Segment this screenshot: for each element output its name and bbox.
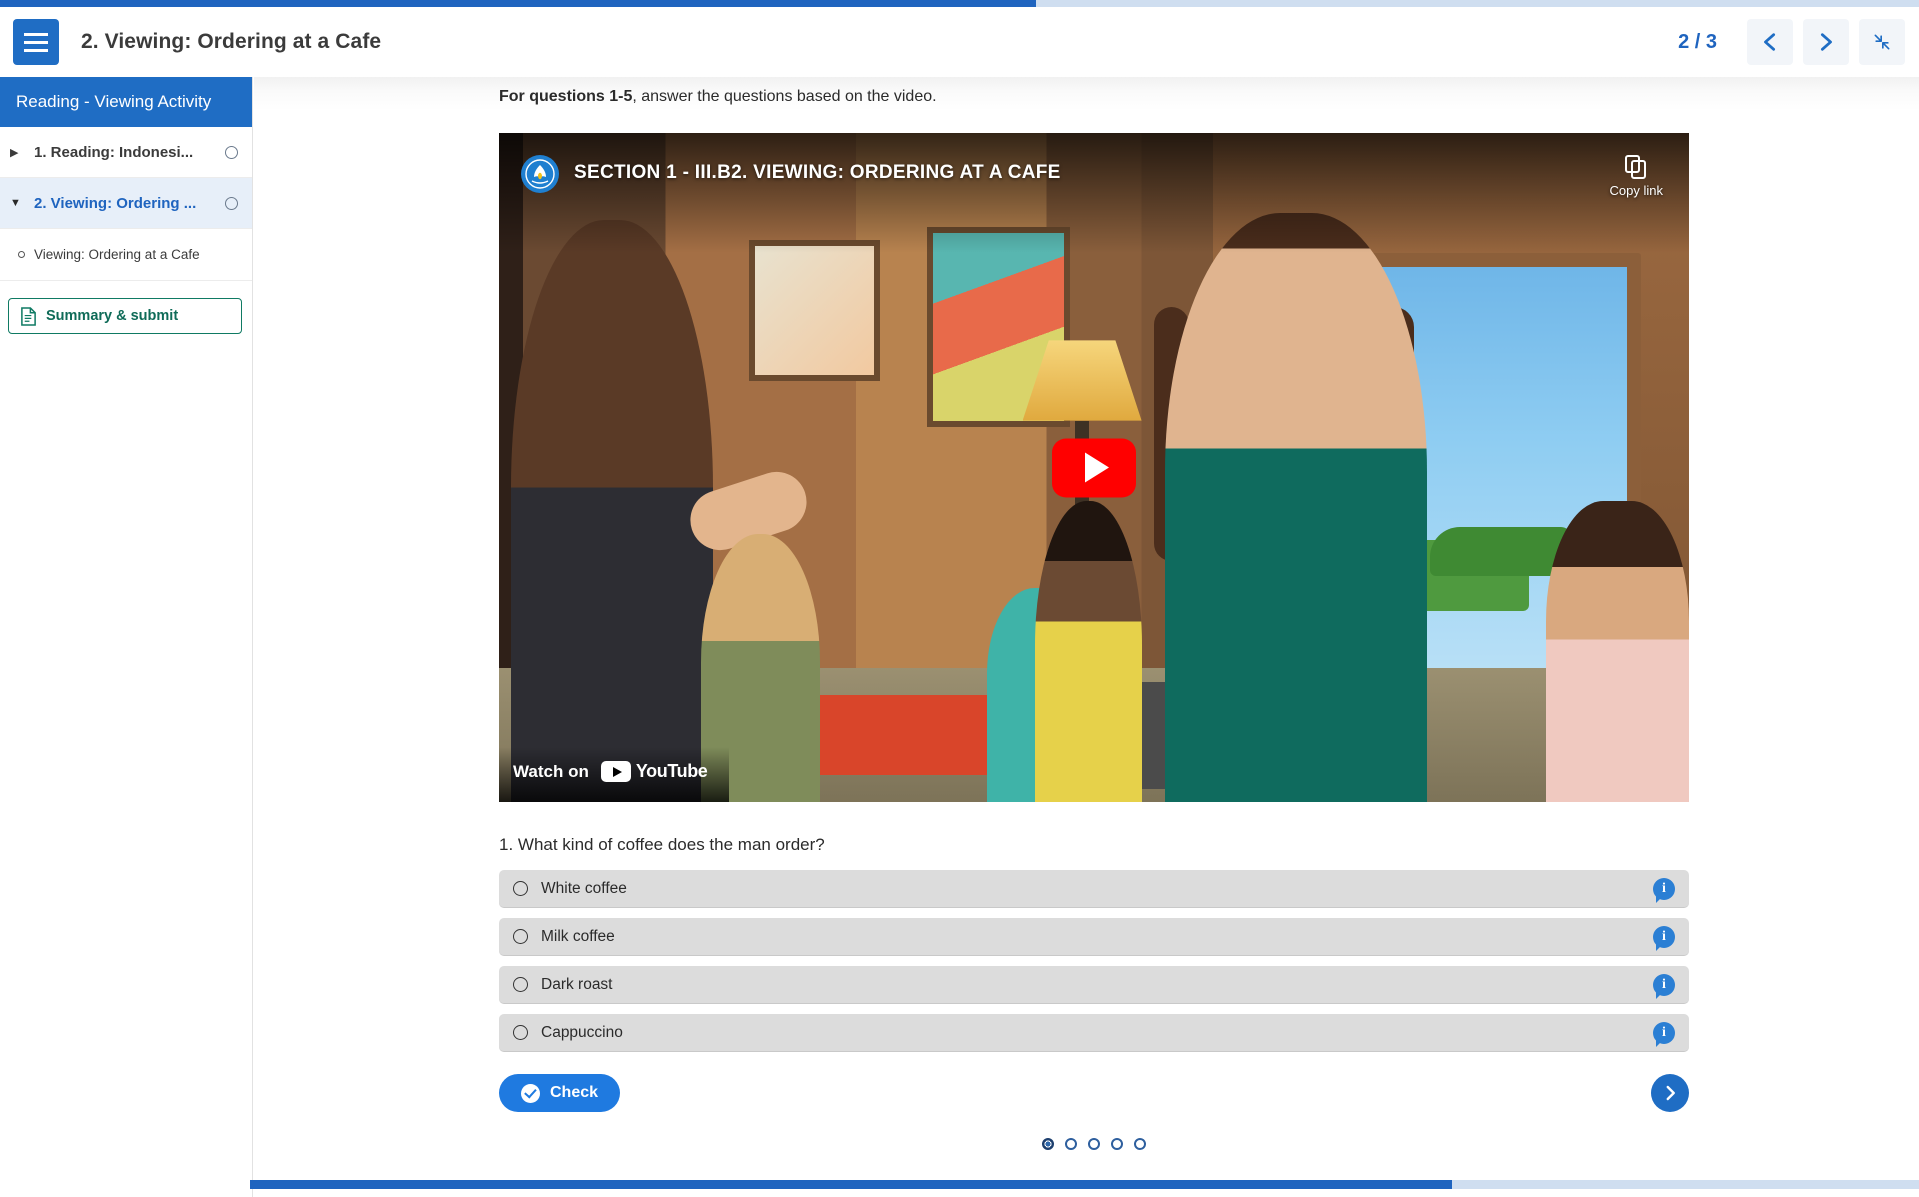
sidebar-subitem-viewing-cafe[interactable]: Viewing: Ordering at a Cafe [0,229,252,281]
bottom-scrollbar-thumb[interactable] [250,1180,1452,1189]
radio-icon[interactable] [513,1025,528,1040]
radio-icon[interactable] [513,881,528,896]
info-icon[interactable]: i [1653,973,1675,999]
sidebar-subitem-label: Viewing: Ordering at a Cafe [34,247,200,262]
instructions-bold: For questions 1-5 [499,88,633,105]
answer-option-label: Cappuccino [541,1023,623,1041]
question-pagination [499,1138,1689,1150]
chevron-right-icon [1820,33,1832,51]
copy-link-label: Copy link [1609,183,1663,198]
check-button[interactable]: Check [499,1074,621,1112]
radio-icon[interactable] [513,929,528,944]
instructions-rest: , answer the questions based on the vide… [632,88,937,105]
summary-submit-label: Summary & submit [46,308,179,324]
video-scene-foliage-2 [1429,527,1571,576]
page-indicator: 2 / 3 [1678,30,1717,53]
copy-link-button[interactable]: Copy link [1610,155,1663,198]
sidebar: Reading - Viewing Activity ▶ 1. Reading:… [0,77,253,1197]
answer-option-label: Milk coffee [541,927,615,945]
hamburger-icon[interactable] [13,19,59,65]
play-button[interactable] [1052,438,1136,497]
header-controls: 2 / 3 [1678,19,1919,65]
pagination-dot-4[interactable] [1111,1138,1123,1150]
pagination-dot-2[interactable] [1065,1138,1077,1150]
next-question-button[interactable] [1651,1074,1689,1112]
exit-fullscreen-icon [1874,34,1890,50]
video-scene-picture-1 [748,240,880,381]
prev-page-button[interactable] [1747,19,1793,65]
radio-icon[interactable] [513,977,528,992]
sidebar-title: Reading - Viewing Activity [0,77,252,127]
document-icon [21,306,36,326]
answer-option-2[interactable]: Milk coffee i [499,918,1689,956]
video-scene-person-yellow [1034,500,1142,802]
caret-right-icon[interactable]: ▶ [10,146,24,159]
watch-on-label: Watch on [513,761,589,781]
info-icon[interactable]: i [1653,1021,1675,1047]
copy-icon [1625,155,1647,179]
bottom-scrollbar[interactable] [250,1180,1919,1189]
info-icon[interactable]: i [1653,877,1675,903]
info-icon[interactable]: i [1653,925,1675,951]
pagination-dot-3[interactable] [1088,1138,1100,1150]
sidebar-item-label: 1. Reading: Indonesi... [34,143,194,161]
next-page-button[interactable] [1803,19,1849,65]
video-player[interactable]: SECTION 1 - III.B2. VIEWING: ORDERING AT… [499,133,1689,802]
chevron-left-icon [1764,33,1776,51]
caret-down-icon[interactable]: ▼ [10,197,24,209]
video-scene-man [510,219,714,802]
completion-status-icon [225,145,238,159]
instructions-text: For questions 1-5, answer the questions … [499,77,1689,106]
bullet-icon [18,251,25,258]
watch-on-youtube-button[interactable]: Watch on YouTube [499,747,730,802]
top-progress-bar [0,0,1919,7]
answer-option-4[interactable]: Cappuccino i [499,1014,1689,1052]
pagination-dot-1[interactable] [1042,1138,1054,1150]
video-scene-person-right [1546,500,1689,802]
check-circle-icon [521,1083,540,1103]
answer-options: White coffee i Milk coffee i Dark roast i Capp… [499,870,1689,1052]
pagination-dot-5[interactable] [1134,1138,1146,1150]
channel-avatar-icon[interactable] [521,155,559,193]
answer-option-3[interactable]: Dark roast i [499,966,1689,1004]
top-progress-fill [0,0,1037,7]
question-controls: Check [499,1074,1689,1112]
youtube-wordmark: YouTube [635,761,708,781]
check-button-label: Check [550,1084,599,1101]
page-title: 2. Viewing: Ordering at a Cafe [81,30,382,53]
youtube-logo: YouTube [600,761,708,782]
app-header: 2. Viewing: Ordering at a Cafe 2 / 3 [0,7,1919,77]
video-header: SECTION 1 - III.B2. VIEWING: ORDERING AT… [499,133,1689,223]
video-title: SECTION 1 - III.B2. VIEWING: ORDERING AT… [574,162,1061,183]
sidebar-item-label: 2. Viewing: Ordering ... [34,194,197,212]
sidebar-item-viewing[interactable]: ▼ 2. Viewing: Ordering ... [0,178,252,229]
tut-wuri-handayani-logo-icon [525,159,555,189]
main-content: For questions 1-5, answer the questions … [254,77,1919,1197]
sidebar-item-reading[interactable]: ▶ 1. Reading: Indonesi... [0,127,252,178]
exit-fullscreen-button[interactable] [1859,19,1905,65]
completion-status-icon [225,196,238,210]
chevron-right-icon [1666,1085,1675,1101]
video-scene-woman [1165,213,1428,802]
answer-option-label: Dark roast [541,975,613,993]
answer-option-label: White coffee [541,879,627,897]
youtube-play-icon [600,761,631,782]
summary-submit-button[interactable]: Summary & submit [8,298,242,334]
answer-option-1[interactable]: White coffee i [499,870,1689,908]
activity-content: For questions 1-5, answer the questions … [499,77,1689,1150]
question-text: 1. What kind of coffee does the man orde… [499,835,825,854]
